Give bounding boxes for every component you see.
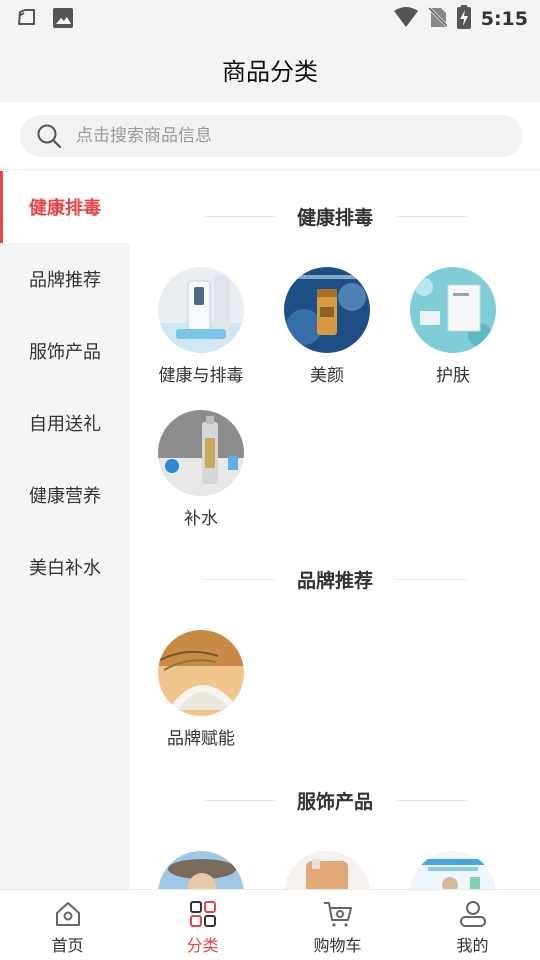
category-item[interactable]: 美颜 xyxy=(264,267,390,386)
section-header: 服饰产品 xyxy=(130,785,540,815)
category-item[interactable] xyxy=(138,851,264,889)
sidebar-item-nutrition[interactable]: 健康营养 xyxy=(0,459,130,531)
page-header: 商品分类 xyxy=(0,36,540,102)
category-sidebar: 健康排毒 品牌推荐 服饰产品 自用送礼 健康营养 美白补水 xyxy=(0,171,130,889)
category-item[interactable]: 品牌赋能 xyxy=(138,630,264,749)
sidebar-item-label: 品牌推荐 xyxy=(29,270,101,291)
section-title: 品牌推荐 xyxy=(296,569,373,592)
category-label: 护肤 xyxy=(436,366,470,386)
sidebar-item-health-detox[interactable]: 健康排毒 xyxy=(0,171,130,243)
category-content: 健康排毒 健康与排毒 美颜 护肤 补水 品牌推荐 品牌赋能 服饰产品 xyxy=(130,171,540,889)
section-header: 品牌推荐 xyxy=(130,564,540,594)
sidebar-item-label: 服饰产品 xyxy=(29,342,101,363)
category-label: 美颜 xyxy=(310,366,344,386)
category-icon xyxy=(189,901,216,927)
divider xyxy=(202,578,275,580)
section-title: 服饰产品 xyxy=(296,790,373,813)
category-item[interactable] xyxy=(264,851,390,889)
category-image xyxy=(158,410,244,496)
home-icon xyxy=(55,902,80,926)
category-item[interactable]: 护肤 xyxy=(390,267,516,386)
image-icon xyxy=(52,7,74,33)
category-image xyxy=(284,267,370,353)
category-label: 品牌赋能 xyxy=(167,729,235,749)
divider xyxy=(395,799,467,801)
search-bar xyxy=(0,102,540,170)
wifi-icon xyxy=(393,6,419,32)
sidebar-item-label: 健康排毒 xyxy=(29,198,101,219)
divider xyxy=(395,215,467,217)
tab-label: 购物车 xyxy=(313,936,362,955)
section-header: 健康排毒 xyxy=(130,201,540,231)
divider xyxy=(202,215,275,217)
cart-icon xyxy=(323,902,352,927)
tab-label: 首页 xyxy=(51,936,84,955)
no-sim-icon xyxy=(427,6,448,32)
category-image xyxy=(158,630,244,716)
battery-charging-icon xyxy=(456,5,471,33)
search-icon xyxy=(37,124,62,149)
category-image xyxy=(410,267,496,353)
divider xyxy=(202,799,275,801)
category-image xyxy=(410,851,496,889)
category-image xyxy=(158,267,244,353)
sidebar-item-whitening[interactable]: 美白补水 xyxy=(0,531,130,603)
search-box[interactable] xyxy=(20,115,523,157)
sidebar-item-gifts[interactable]: 自用送礼 xyxy=(0,387,130,459)
status-bar: 5:15 xyxy=(0,0,540,36)
user-icon xyxy=(459,901,486,927)
sidebar-item-label: 自用送礼 xyxy=(29,414,101,435)
divider xyxy=(395,578,467,580)
page-title: 商品分类 xyxy=(222,57,318,86)
tab-cart[interactable]: 购物车 xyxy=(270,890,405,960)
category-item[interactable] xyxy=(390,851,516,889)
tab-home[interactable]: 首页 xyxy=(0,890,135,960)
tab-mine[interactable]: 我的 xyxy=(405,890,540,960)
sidebar-item-apparel[interactable]: 服饰产品 xyxy=(0,315,130,387)
category-label: 补水 xyxy=(184,509,218,529)
tab-category[interactable]: 分类 xyxy=(135,890,270,960)
category-image xyxy=(158,851,244,889)
tab-label: 分类 xyxy=(186,936,219,955)
category-image xyxy=(284,851,370,889)
tab-label: 我的 xyxy=(456,936,489,955)
section-title: 健康排毒 xyxy=(296,206,373,229)
clock-time: 5:15 xyxy=(480,8,528,30)
search-input[interactable] xyxy=(76,126,476,146)
category-item[interactable]: 补水 xyxy=(138,410,264,529)
sidebar-item-label: 美白补水 xyxy=(29,558,101,579)
bottom-tab-bar: 首页 分类 购物车 我的 xyxy=(0,889,540,960)
sidebar-item-brand-recommend[interactable]: 品牌推荐 xyxy=(0,243,130,315)
notification-icon xyxy=(16,8,38,32)
category-item[interactable]: 健康与排毒 xyxy=(138,267,264,386)
category-label: 健康与排毒 xyxy=(158,366,244,386)
sidebar-item-label: 健康营养 xyxy=(29,486,101,507)
